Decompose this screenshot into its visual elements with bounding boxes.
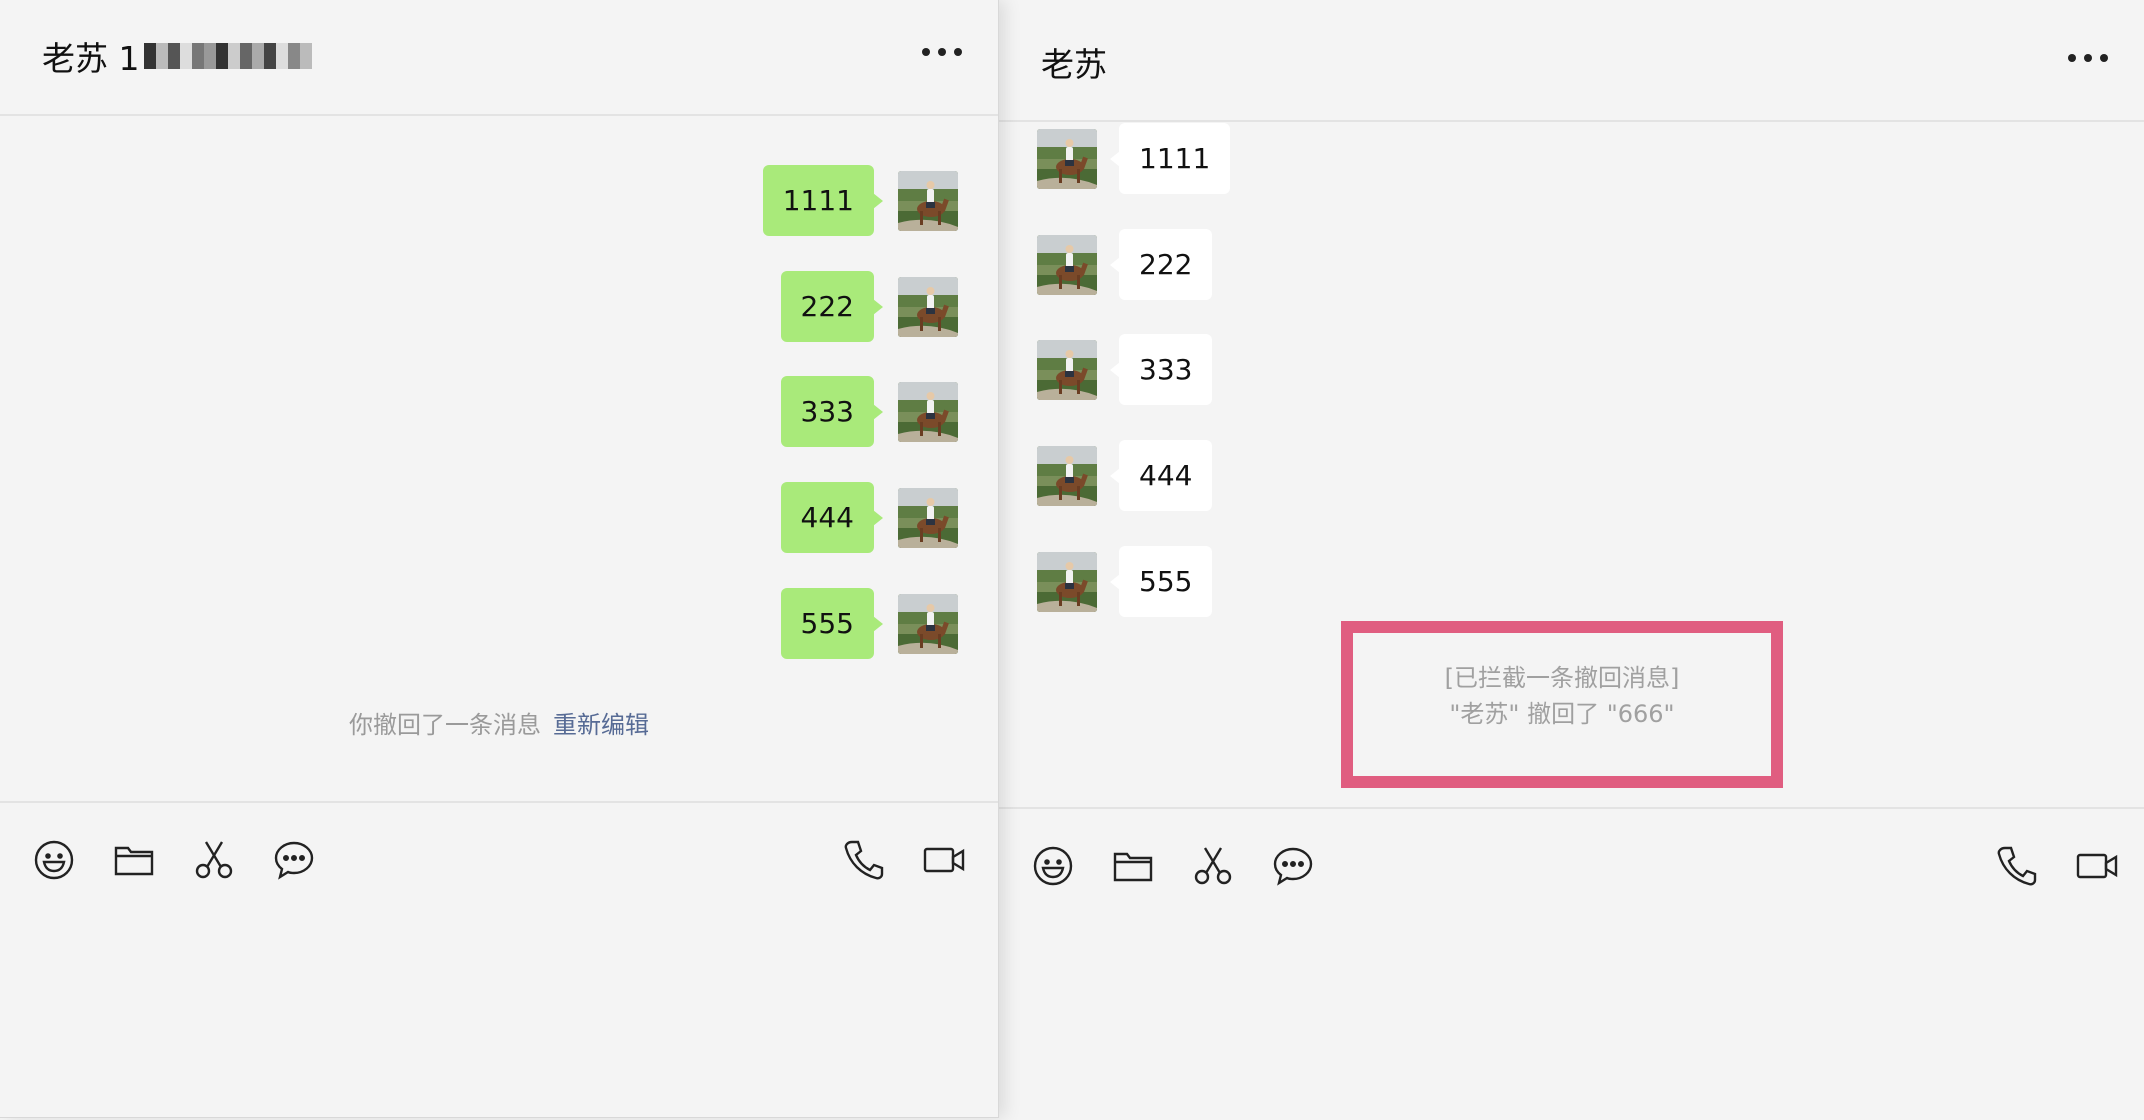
avatar[interactable] [1037,235,1097,295]
received-message-bubble[interactable]: 555 [1109,546,1213,617]
emoji-icon[interactable] [1031,844,1075,888]
intercept-line-2: "老苏" 撤回了 "666" [1449,700,1675,728]
message-row: 222 [780,271,958,342]
sent-message-bubble[interactable]: 555 [780,588,884,659]
avatar[interactable] [1037,446,1097,506]
chat-bubble-icon[interactable] [1271,844,1315,888]
received-message-bubble[interactable]: 444 [1109,440,1213,511]
input-divider [0,801,998,803]
message-row: 333 [780,376,958,447]
sent-message-bubble[interactable]: 333 [780,376,884,447]
intercept-line-1: [已拦截一条撤回消息] [1444,664,1680,692]
received-message-bubble[interactable]: 222 [1109,229,1213,300]
message-row: 1111 [1037,123,1231,194]
sent-message-bubble[interactable]: 444 [780,482,884,553]
intercepted-recall-notice: [已拦截一条撤回消息] "老苏" 撤回了 "666" [1341,660,1783,732]
received-message-bubble[interactable]: 333 [1109,334,1213,405]
input-divider [999,807,2144,809]
video-camera-icon[interactable] [2075,844,2119,888]
more-options-icon[interactable] [2068,54,2108,66]
chat-title-text: 老苏 1 [42,39,140,78]
chat-header: 老苏 1 [0,0,998,116]
chat-bubble-icon[interactable] [272,838,316,882]
avatar[interactable] [1037,552,1097,612]
right-chat-window: 老苏 1111 222 333 444 555 [已拦截一条撤回消息] "老苏"… [999,0,2144,1120]
phone-icon[interactable] [842,838,886,882]
avatar[interactable] [898,488,958,548]
message-row: 333 [1037,334,1213,405]
message-row: 555 [780,588,958,659]
folder-icon[interactable] [112,838,156,882]
video-camera-icon[interactable] [922,838,966,882]
avatar[interactable] [898,277,958,337]
folder-icon[interactable] [1111,844,1155,888]
received-message-bubble[interactable]: 1111 [1109,123,1231,194]
avatar[interactable] [898,382,958,442]
avatar[interactable] [1037,340,1097,400]
recall-notice-text: 你撤回了一条消息 [349,711,541,739]
left-chat-window: 老苏 1 1111 222 333 444 555 你撤回了一条消息 重新编辑 [0,0,999,1118]
message-row: 222 [1037,229,1213,300]
emoji-icon[interactable] [32,838,76,882]
chat-title: 老苏 1 [42,32,312,80]
more-options-icon[interactable] [922,48,962,60]
chat-header: 老苏 [999,0,2144,122]
recall-notice: 你撤回了一条消息 重新编辑 [0,705,998,740]
sent-message-bubble[interactable]: 1111 [762,165,884,236]
reedit-link[interactable]: 重新编辑 [553,711,649,739]
scissors-icon[interactable] [1191,844,1235,888]
avatar[interactable] [1037,129,1097,189]
message-row: 555 [1037,546,1213,617]
message-row: 1111 [762,165,958,236]
redacted-phone-mosaic [143,43,312,69]
avatar[interactable] [898,171,958,231]
chat-title: 老苏 [1041,45,1107,84]
message-row: 444 [1037,440,1213,511]
scissors-icon[interactable] [192,838,236,882]
avatar[interactable] [898,594,958,654]
phone-icon[interactable] [1995,844,2039,888]
message-row: 444 [780,482,958,553]
sent-message-bubble[interactable]: 222 [780,271,884,342]
